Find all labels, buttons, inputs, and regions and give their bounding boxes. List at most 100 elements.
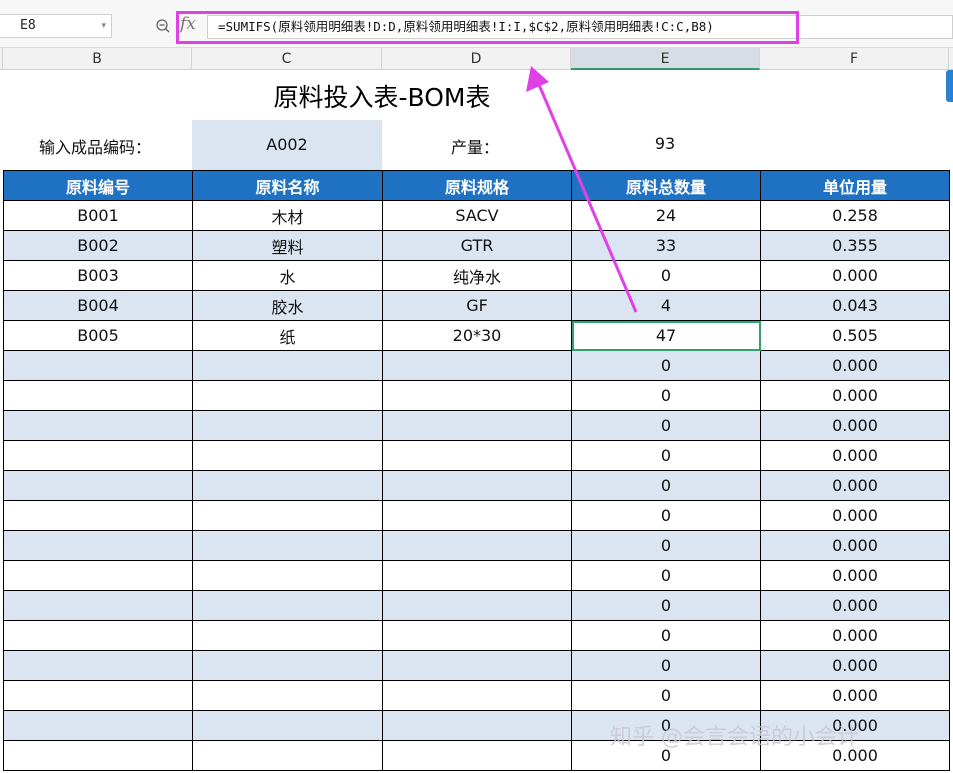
table-cell[interactable] bbox=[192, 680, 383, 711]
table-cell[interactable] bbox=[3, 410, 193, 441]
table-cell[interactable]: 0.000 bbox=[760, 410, 950, 441]
table-cell[interactable] bbox=[192, 560, 383, 591]
header-unit-usage[interactable]: 单位用量 bbox=[760, 170, 950, 201]
table-cell[interactable]: 4 bbox=[571, 290, 761, 321]
table-cell[interactable] bbox=[3, 500, 193, 531]
table-cell[interactable]: GF bbox=[382, 290, 572, 321]
header-total-quantity[interactable]: 原料总数量 bbox=[571, 170, 761, 201]
table-cell[interactable]: 纯净水 bbox=[382, 260, 572, 291]
table-cell[interactable] bbox=[192, 350, 383, 381]
table-cell[interactable] bbox=[3, 680, 193, 711]
table-cell[interactable]: 0 bbox=[571, 680, 761, 711]
table-cell[interactable] bbox=[3, 590, 193, 621]
table-cell[interactable]: 木材 bbox=[192, 200, 383, 231]
table-cell[interactable] bbox=[3, 380, 193, 411]
table-cell[interactable]: 塑料 bbox=[192, 230, 383, 261]
table-cell[interactable] bbox=[382, 440, 572, 471]
column-header-b[interactable]: B bbox=[3, 48, 192, 70]
column-header-e[interactable]: E bbox=[571, 48, 760, 70]
table-cell[interactable]: 水 bbox=[192, 260, 383, 291]
table-cell[interactable] bbox=[3, 470, 193, 501]
active-cell[interactable]: 47 bbox=[571, 320, 761, 351]
fx-icon[interactable]: fx bbox=[180, 14, 196, 34]
table-cell[interactable] bbox=[3, 560, 193, 591]
table-cell[interactable]: 0.505 bbox=[760, 320, 950, 351]
table-cell[interactable]: 纸 bbox=[192, 320, 383, 351]
table-cell[interactable]: 0.258 bbox=[760, 200, 950, 231]
table-cell[interactable] bbox=[382, 650, 572, 681]
table-cell[interactable]: 0 bbox=[571, 650, 761, 681]
column-header-c[interactable]: C bbox=[192, 48, 382, 70]
table-cell[interactable]: 0 bbox=[571, 410, 761, 441]
table-cell[interactable]: 0.000 bbox=[760, 620, 950, 651]
table-cell[interactable]: B003 bbox=[3, 260, 193, 291]
table-cell[interactable] bbox=[192, 470, 383, 501]
table-cell[interactable]: 胶水 bbox=[192, 290, 383, 321]
formula-input[interactable]: =SUMIFS(原料领用明细表!D:D,原料领用明细表!I:I,$C$2,原料领… bbox=[207, 15, 953, 39]
table-cell[interactable] bbox=[192, 440, 383, 471]
table-cell[interactable]: 0.043 bbox=[760, 290, 950, 321]
table-cell[interactable]: 0.000 bbox=[760, 260, 950, 291]
table-cell[interactable]: 0.355 bbox=[760, 230, 950, 261]
header-material-name[interactable]: 原料名称 bbox=[192, 170, 383, 201]
table-cell[interactable]: B004 bbox=[3, 290, 193, 321]
table-cell[interactable] bbox=[3, 740, 193, 771]
table-cell[interactable] bbox=[382, 620, 572, 651]
table-cell[interactable]: 20*30 bbox=[382, 320, 572, 351]
table-cell[interactable]: 0.000 bbox=[760, 680, 950, 711]
table-cell[interactable]: 0.000 bbox=[760, 650, 950, 681]
table-cell[interactable]: 24 bbox=[571, 200, 761, 231]
table-cell[interactable] bbox=[382, 380, 572, 411]
table-cell[interactable]: 0 bbox=[571, 500, 761, 531]
table-cell[interactable]: B005 bbox=[3, 320, 193, 351]
table-cell[interactable] bbox=[192, 380, 383, 411]
table-cell[interactable] bbox=[382, 350, 572, 381]
product-code-input[interactable]: A002 bbox=[192, 120, 382, 170]
table-cell[interactable] bbox=[382, 530, 572, 561]
table-cell[interactable]: 0 bbox=[571, 560, 761, 591]
zoom-out-icon[interactable] bbox=[156, 19, 170, 33]
table-cell[interactable]: B001 bbox=[3, 200, 193, 231]
table-cell[interactable] bbox=[192, 620, 383, 651]
table-cell[interactable] bbox=[3, 620, 193, 651]
chevron-down-icon[interactable]: ▾ bbox=[101, 15, 106, 37]
table-cell[interactable]: 0 bbox=[571, 380, 761, 411]
name-box[interactable]: E8 ▾ bbox=[0, 14, 112, 38]
table-cell[interactable] bbox=[192, 740, 383, 771]
table-cell[interactable]: 0.000 bbox=[760, 590, 950, 621]
table-cell[interactable]: B002 bbox=[3, 230, 193, 261]
table-cell[interactable] bbox=[192, 530, 383, 561]
table-cell[interactable]: 0 bbox=[571, 350, 761, 381]
table-cell[interactable]: 0 bbox=[571, 470, 761, 501]
table-cell[interactable]: 0.000 bbox=[760, 530, 950, 561]
table-cell[interactable] bbox=[3, 710, 193, 741]
table-cell[interactable] bbox=[192, 410, 383, 441]
table-cell[interactable]: 0 bbox=[571, 620, 761, 651]
table-cell[interactable] bbox=[382, 710, 572, 741]
table-cell[interactable] bbox=[192, 590, 383, 621]
table-cell[interactable] bbox=[3, 530, 193, 561]
table-cell[interactable] bbox=[3, 350, 193, 381]
column-header-d[interactable]: D bbox=[382, 48, 571, 70]
side-panel-tab[interactable] bbox=[946, 70, 953, 102]
header-material-code[interactable]: 原料编号 bbox=[3, 170, 193, 201]
table-cell[interactable]: 0.000 bbox=[760, 380, 950, 411]
table-cell[interactable] bbox=[382, 680, 572, 711]
table-cell[interactable]: 0.000 bbox=[760, 500, 950, 531]
table-cell[interactable]: 0 bbox=[571, 530, 761, 561]
table-cell[interactable] bbox=[382, 590, 572, 621]
header-material-spec[interactable]: 原料规格 bbox=[382, 170, 572, 201]
table-cell[interactable]: 0 bbox=[571, 440, 761, 471]
table-cell[interactable] bbox=[382, 560, 572, 591]
table-cell[interactable] bbox=[382, 470, 572, 501]
table-cell[interactable] bbox=[192, 710, 383, 741]
table-cell[interactable] bbox=[3, 440, 193, 471]
table-cell[interactable]: 33 bbox=[571, 230, 761, 261]
table-cell[interactable]: 0.000 bbox=[760, 350, 950, 381]
table-cell[interactable] bbox=[3, 650, 193, 681]
table-cell[interactable]: 0.000 bbox=[760, 470, 950, 501]
table-cell[interactable] bbox=[382, 740, 572, 771]
table-cell[interactable]: SACV bbox=[382, 200, 572, 231]
table-cell[interactable]: 0 bbox=[571, 260, 761, 291]
table-cell[interactable]: 0.000 bbox=[760, 560, 950, 591]
